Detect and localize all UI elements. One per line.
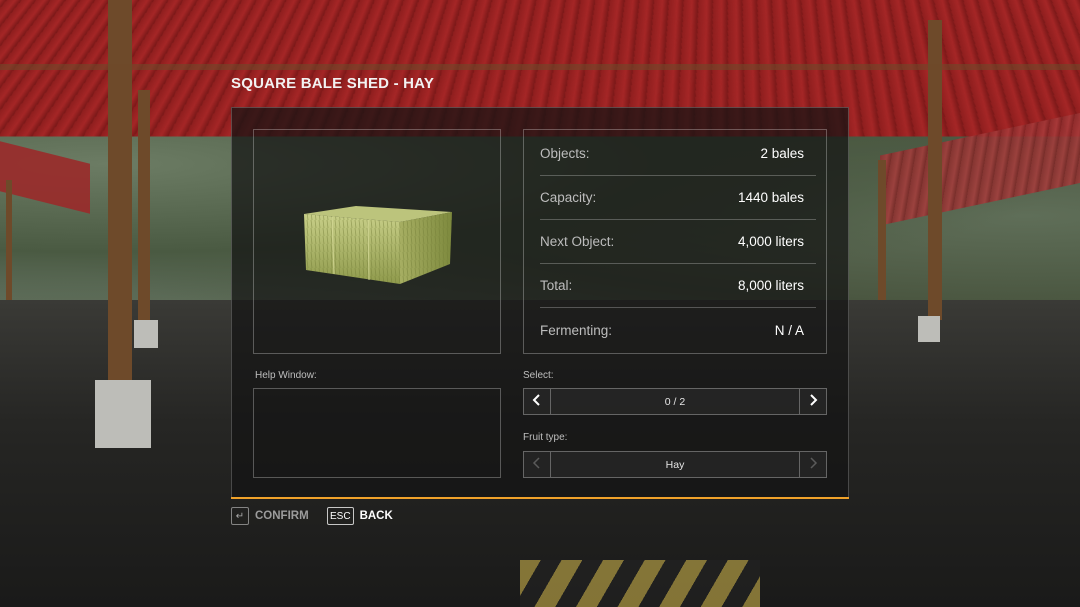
- chevron-right-icon: [808, 456, 818, 473]
- dialog-accent-bar: [231, 497, 849, 499]
- floor-stripes: [520, 560, 760, 607]
- confirm-button[interactable]: ↵ CONFIRM: [231, 507, 309, 525]
- info-value: N / A: [774, 322, 804, 338]
- dialog-title: SQUARE BALE SHED - HAY: [231, 75, 435, 92]
- object-selector[interactable]: 0 / 2: [523, 388, 827, 415]
- select-value: 0 / 2: [664, 395, 686, 408]
- pillar: [878, 160, 886, 300]
- fruit-type-label: Fruit type:: [523, 432, 568, 443]
- esc-key-icon: ESC: [327, 507, 354, 525]
- select-label: Select:: [523, 370, 554, 381]
- pillar-base: [95, 380, 151, 448]
- fruit-prev-button[interactable]: [524, 452, 551, 477]
- roof-beam: [0, 64, 1080, 70]
- chevron-left-icon: [532, 456, 542, 473]
- fruit-next-button[interactable]: [799, 452, 826, 477]
- confirm-label: CONFIRM: [255, 510, 309, 522]
- fruit-type-selector[interactable]: Hay: [523, 451, 827, 478]
- item-preview: [253, 129, 501, 354]
- chevron-left-icon: [532, 393, 542, 410]
- select-prev-button[interactable]: [524, 389, 551, 414]
- info-row-fermenting: Fermenting: N / A: [540, 308, 816, 352]
- back-button[interactable]: ESC BACK: [327, 507, 393, 525]
- info-value: 8,000 liters: [737, 278, 804, 293]
- pillar-base: [134, 320, 158, 348]
- hay-bale-image: [302, 204, 454, 288]
- pillar: [138, 90, 150, 330]
- info-value: 4,000 liters: [737, 234, 804, 249]
- pillar: [6, 180, 12, 300]
- pillar-base: [918, 316, 940, 342]
- info-row-total: Total: 8,000 liters: [540, 264, 816, 308]
- enter-key-icon: ↵: [231, 507, 249, 525]
- chevron-right-icon: [808, 393, 818, 410]
- info-label: Capacity:: [540, 190, 597, 205]
- info-label: Fermenting:: [540, 322, 613, 338]
- info-label: Objects:: [540, 146, 590, 161]
- info-row-next-object: Next Object: 4,000 liters: [540, 220, 816, 264]
- select-next-button[interactable]: [799, 389, 826, 414]
- back-label: BACK: [359, 510, 393, 522]
- info-value: 2 bales: [760, 146, 804, 161]
- storage-info-panel: Objects: 2 bales Capacity: 1440 bales Ne…: [523, 129, 827, 354]
- info-label: Next Object:: [540, 234, 615, 249]
- info-label: Total:: [540, 278, 573, 293]
- info-value: 1440 bales: [737, 190, 804, 205]
- info-row-objects: Objects: 2 bales: [540, 132, 816, 176]
- pillar: [108, 0, 132, 390]
- help-window-label: Help Window:: [255, 370, 317, 381]
- fruit-type-value: Hay: [665, 458, 685, 471]
- help-window: [253, 388, 501, 478]
- info-row-capacity: Capacity: 1440 bales: [540, 176, 816, 220]
